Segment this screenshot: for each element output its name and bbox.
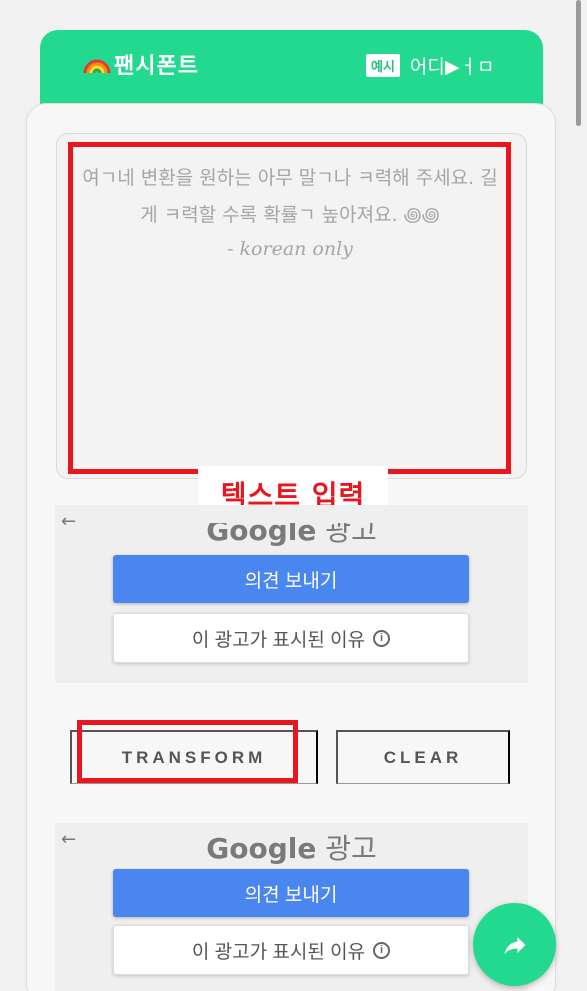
share-button[interactable]	[473, 903, 556, 986]
clear-button[interactable]: CLEAR	[336, 730, 510, 784]
ad-title: Google 광고	[55, 827, 528, 867]
ad-suffix: 광고	[325, 832, 377, 865]
header-example[interactable]: 예시 어디▶ㅓㅁ	[366, 52, 494, 79]
text-input-highlight	[68, 142, 511, 474]
logo-text: 팬시폰트	[114, 54, 199, 79]
why-this-ad-label: 이 광고가 표시된 이유	[191, 941, 366, 963]
ad-banner-2: ← Google 광고 의견 보내기 이 광고가 표시된 이유 i	[55, 823, 528, 991]
transform-highlight	[77, 720, 298, 783]
where-label: 어디▶ㅓㅁ	[409, 56, 495, 78]
app-logo[interactable]: 팬시폰트	[82, 48, 199, 80]
ad-brand: Google	[206, 514, 317, 547]
why-this-ad-label: 이 광고가 표시된 이유	[191, 629, 366, 651]
why-this-ad-button[interactable]: 이 광고가 표시된 이유 i	[113, 925, 469, 975]
ad-title: Google 광고	[55, 514, 528, 549]
scrollbar[interactable]	[576, 0, 581, 126]
ad-banner-1: ← Google 광고 의견 보내기 이 광고가 표시된 이유 i	[55, 505, 528, 683]
why-this-ad-button[interactable]: 이 광고가 표시된 이유 i	[113, 613, 469, 663]
feedback-button[interactable]: 의견 보내기	[113, 555, 469, 603]
feedback-button[interactable]: 의견 보내기	[113, 869, 469, 917]
share-icon	[504, 936, 525, 954]
ad-suffix: 광고	[325, 514, 377, 547]
rainbow-icon	[83, 59, 111, 74]
example-badge: 예시	[366, 54, 400, 77]
ad-brand: Google	[206, 832, 317, 865]
info-icon: i	[373, 629, 391, 647]
info-icon: i	[373, 941, 391, 959]
